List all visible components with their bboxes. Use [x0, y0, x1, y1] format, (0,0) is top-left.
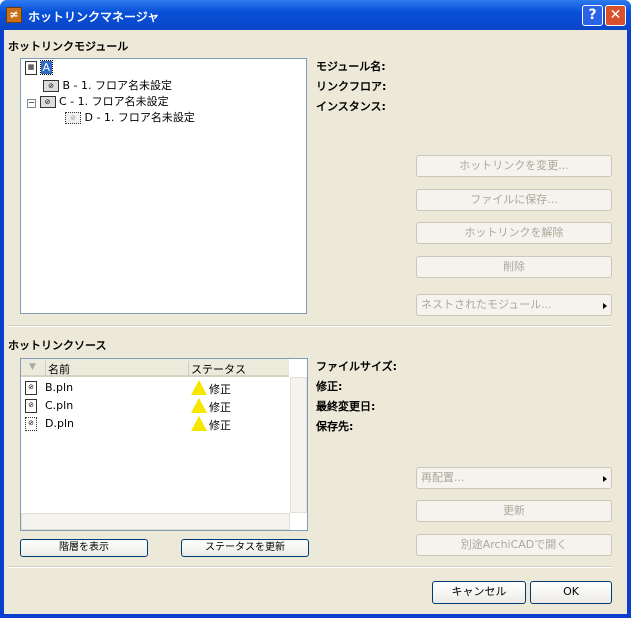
list-row[interactable]: ⊘ D.pln 修正 — [23, 415, 288, 433]
tree-node-b[interactable]: B - 1. フロア名未設定 — [63, 79, 173, 92]
update-button[interactable]: 更新 — [416, 500, 612, 522]
title-bar: ≠ ホットリンクマネージャ ? ✕ — [0, 0, 631, 30]
file-size-label: ファイルサイズ: — [316, 360, 398, 373]
show-hierarchy-button[interactable]: 階層を表示 — [20, 539, 148, 557]
warning-icon — [191, 398, 207, 413]
delete-button[interactable]: 削除 — [416, 256, 612, 278]
tree-node-d[interactable]: D - 1. フロア名未設定 — [85, 111, 195, 124]
divider — [8, 566, 612, 568]
missing-module-icon: ⊘ — [65, 112, 81, 124]
warning-icon — [191, 380, 207, 395]
sources-heading: ホットリンクソース — [8, 339, 107, 352]
break-hotlink-button[interactable]: ホットリンクを解除 — [416, 222, 612, 244]
divider — [8, 325, 612, 327]
vertical-scrollbar[interactable] — [290, 377, 307, 513]
close-button[interactable]: ✕ — [605, 5, 626, 26]
module-tree[interactable]: ▦ A ⊘ B - 1. フロア名未設定 − ⊘ C - 1. フロア名未設定 … — [20, 58, 307, 314]
plan-file-icon: ⊘ — [25, 399, 37, 413]
ok-button[interactable]: OK — [530, 581, 612, 604]
instances-label: インスタンス: — [316, 100, 386, 113]
relocate-button[interactable]: 再配置... — [416, 467, 612, 489]
list-row[interactable]: ⊘ B.pln 修正 — [23, 379, 288, 397]
hotlink-module-icon: ⊘ — [43, 80, 59, 92]
window-title: ホットリンクマネージャ — [28, 10, 160, 24]
tree-node-a[interactable]: A — [39, 60, 53, 75]
file-status: 修正 — [209, 419, 231, 432]
file-status: 修正 — [209, 383, 231, 396]
module-name-label: モジュール名: — [316, 60, 386, 73]
file-name: D.pln — [45, 417, 74, 430]
location-label: 保存先: — [316, 420, 354, 433]
missing-file-icon: ⊘ — [25, 417, 37, 431]
file-name: C.pln — [45, 399, 74, 412]
nested-modules-button[interactable]: ネストされたモジュール... — [416, 294, 612, 316]
file-name: B.pln — [45, 381, 74, 394]
save-to-file-button[interactable]: ファイルに保存... — [416, 189, 612, 211]
column-status[interactable]: ステータス — [188, 361, 246, 377]
column-name[interactable]: 名前 — [45, 361, 70, 377]
relocate-label: 再配置... — [421, 471, 465, 484]
sort-icon[interactable]: ▼ — [29, 362, 36, 372]
open-in-archicad-button[interactable]: 別途ArchiCADで開く — [416, 534, 612, 556]
app-icon: ≠ — [6, 7, 22, 23]
submenu-arrow-icon — [603, 476, 607, 482]
warning-icon — [191, 416, 207, 431]
plan-file-icon: ⊘ — [25, 381, 37, 395]
dialog-body: ホットリンクモジュール ▦ A ⊘ B - 1. フロア名未設定 − ⊘ C -… — [4, 30, 627, 614]
last-modified-label: 最終変更日: — [316, 400, 376, 413]
tree-node-c[interactable]: C - 1. フロア名未設定 — [59, 95, 169, 108]
help-button[interactable]: ? — [582, 5, 603, 26]
modified-label: 修正: — [316, 380, 343, 393]
collapse-icon[interactable]: − — [27, 99, 36, 108]
hotlink-module-icon: ⊘ — [39, 96, 56, 108]
horizontal-scrollbar[interactable] — [21, 513, 290, 530]
submenu-arrow-icon — [603, 303, 607, 309]
hotlink-manager-window: ≠ ホットリンクマネージャ ? ✕ ホットリンクモジュール ▦ A ⊘ B - … — [0, 0, 631, 618]
nested-modules-label: ネストされたモジュール... — [421, 298, 552, 311]
plan-file-icon: ▦ — [25, 61, 37, 75]
list-row[interactable]: ⊘ C.pln 修正 — [23, 397, 288, 415]
link-floor-label: リンクフロア: — [316, 80, 387, 93]
file-status: 修正 — [209, 401, 231, 414]
modules-heading: ホットリンクモジュール — [8, 40, 129, 53]
change-hotlink-button[interactable]: ホットリンクを変更... — [416, 155, 612, 177]
cancel-button[interactable]: キャンセル — [432, 581, 526, 604]
list-header: ▼ 名前 ステータス — [21, 359, 289, 377]
refresh-status-button[interactable]: ステータスを更新 — [181, 539, 309, 557]
source-list[interactable]: ▼ 名前 ステータス ⊘ B.pln 修正 ⊘ C.pln 修正 ⊘ D.pln 修正 — [20, 358, 308, 531]
